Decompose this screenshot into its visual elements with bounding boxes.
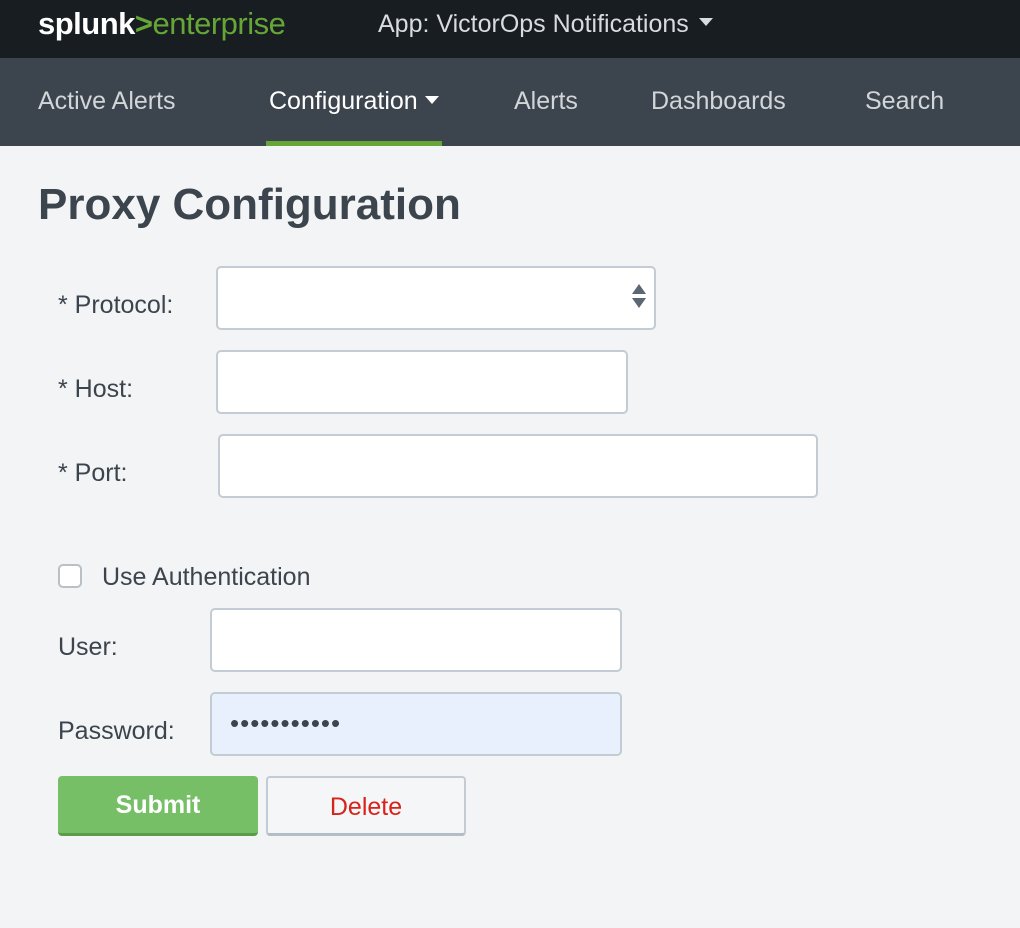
nav-item-label: Alerts	[514, 87, 578, 115]
logo-suffix: enterprise	[152, 6, 286, 41]
nav-item-configuration[interactable]: Configuration	[266, 58, 442, 146]
logo-separator: >	[134, 6, 153, 41]
nav-item-alerts[interactable]: Alerts	[514, 58, 578, 146]
protocol-label: * Protocol:	[58, 291, 174, 319]
nav-item-label: Search	[865, 87, 945, 115]
logo-prefix: splunk	[38, 6, 135, 41]
app-selector-label: App: VictorOps Notifications	[378, 10, 689, 38]
nav-item-dashboards[interactable]: Dashboards	[651, 58, 786, 146]
top-bar: splunk>enterprise App: VictorOps Notific…	[0, 0, 1020, 58]
user-label: User:	[58, 633, 118, 661]
nav-item-label: Dashboards	[651, 87, 786, 115]
nav-item-active-alerts[interactable]: Active Alerts	[38, 58, 176, 146]
nav-item-search[interactable]: Search	[865, 58, 944, 146]
password-masked-value: •••••••••••	[230, 708, 342, 738]
app-selector[interactable]: App: VictorOps Notifications	[378, 8, 713, 40]
select-arrows-icon	[632, 284, 646, 312]
delete-button[interactable]: Delete	[266, 776, 466, 836]
use-authentication-checkbox[interactable]	[58, 564, 82, 588]
port-input[interactable]	[218, 434, 818, 498]
password-input[interactable]: •••••••••••	[210, 692, 622, 756]
app-nav-bar: Active Alerts Configuration Alerts Dashb…	[0, 58, 1020, 146]
password-label: Password:	[58, 717, 175, 745]
submit-button[interactable]: Submit	[58, 776, 258, 836]
port-label: * Port:	[58, 459, 128, 487]
nav-item-label: Configuration	[269, 87, 418, 115]
host-input[interactable]	[216, 350, 628, 414]
caret-down-icon	[698, 18, 713, 27]
page-title: Proxy Configuration	[38, 180, 461, 229]
caret-down-icon	[424, 96, 439, 105]
protocol-select[interactable]	[216, 266, 656, 330]
splunk-enterprise-logo[interactable]: splunk>enterprise	[38, 6, 286, 46]
use-authentication-label[interactable]: Use Authentication	[102, 561, 310, 593]
host-label: * Host:	[58, 375, 134, 403]
user-input[interactable]	[210, 608, 622, 672]
nav-item-label: Active Alerts	[38, 87, 176, 115]
